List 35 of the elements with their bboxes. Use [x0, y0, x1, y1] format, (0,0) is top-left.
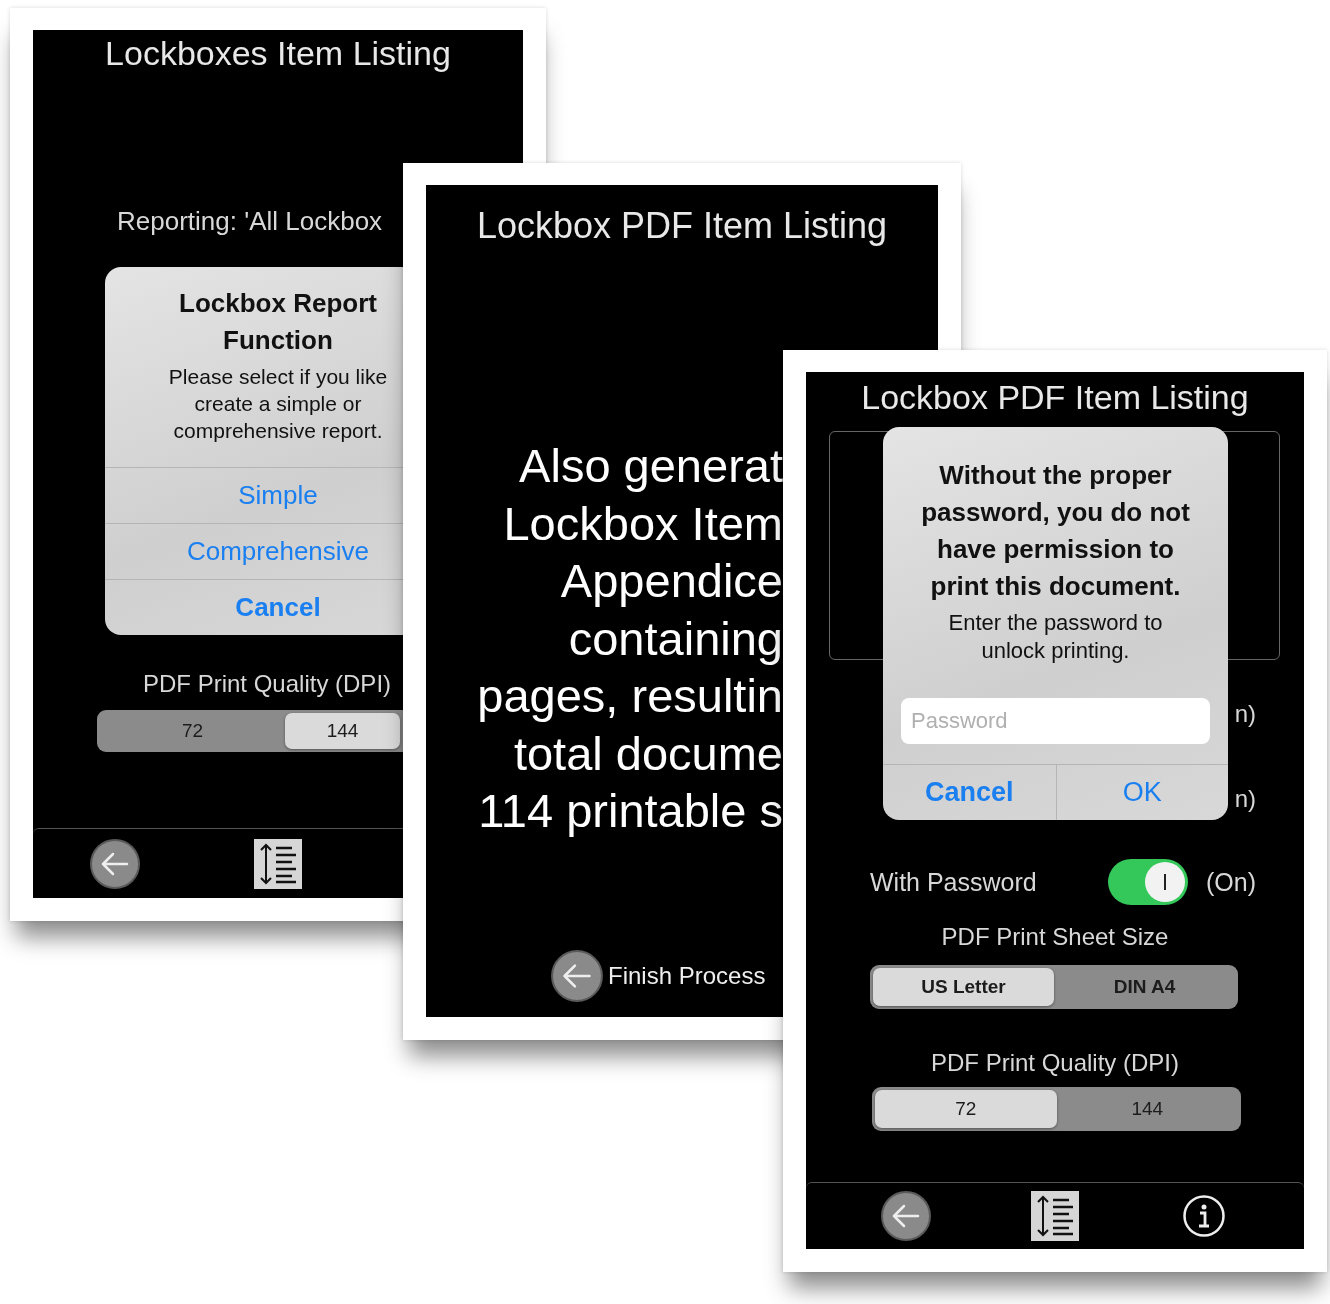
back-button[interactable] [88, 837, 141, 890]
quality-label: PDF Print Quality (DPI) [929, 1049, 1180, 1077]
screen-title: Lockbox PDF Item Listing [475, 205, 889, 247]
dialog-action[interactable]: Simple [238, 479, 318, 511]
dialog-action[interactable]: Cancel [883, 763, 1056, 820]
segment-option[interactable]: 144 [1056, 1090, 1238, 1128]
sort-icon[interactable] [254, 838, 302, 889]
info-icon[interactable] [1182, 1194, 1227, 1238]
result-message: Also generat Lockbox Item Appendice containing pages, resultin total docume 114 printable s [476, 438, 783, 839]
segment-option[interactable]: US Letter [873, 968, 1054, 1006]
password-label: With Password [870, 867, 1037, 897]
option-reading: n) [1234, 785, 1256, 813]
sheet-size-label: PDF Print Sheet Size [940, 923, 1170, 951]
dialog-message: Please select if you like create a simple or comprehensive report. [168, 363, 388, 445]
back-button[interactable] [550, 949, 604, 1003]
segment-option[interactable]: 72 [100, 713, 285, 749]
dialog-title: Lockbox Report Function [179, 287, 377, 357]
screen-title: Lockbox PDF Item Listing [860, 378, 1250, 417]
segment-option[interactable]: DIN A4 [1054, 968, 1235, 1006]
quality-label: PDF Print Quality (DPI) [143, 670, 393, 698]
dialog-action[interactable]: Cancel [235, 591, 321, 623]
dialog-message: Enter the password to unlock printing. [948, 608, 1163, 666]
finish-process-button[interactable]: Finish Process [550, 949, 766, 1003]
segment-option[interactable]: 72 [875, 1090, 1057, 1128]
back-button[interactable] [879, 1190, 932, 1242]
option-reading: n) [1234, 700, 1256, 728]
sort-icon[interactable] [1031, 1191, 1079, 1241]
password-toggle[interactable] [1108, 859, 1188, 905]
dialog-action[interactable]: OK [1055, 763, 1228, 820]
screen-title: Lockboxes Item Listing [104, 34, 452, 73]
segment-option[interactable]: 144 [285, 713, 400, 749]
dialog-title: Without the proper password, you do not have permission to print this document. [921, 459, 1190, 603]
dialog-action[interactable]: Comprehensive [186, 535, 370, 567]
password-field[interactable]: Password [901, 697, 1210, 744]
toggle-reading: (On) [1206, 867, 1256, 897]
